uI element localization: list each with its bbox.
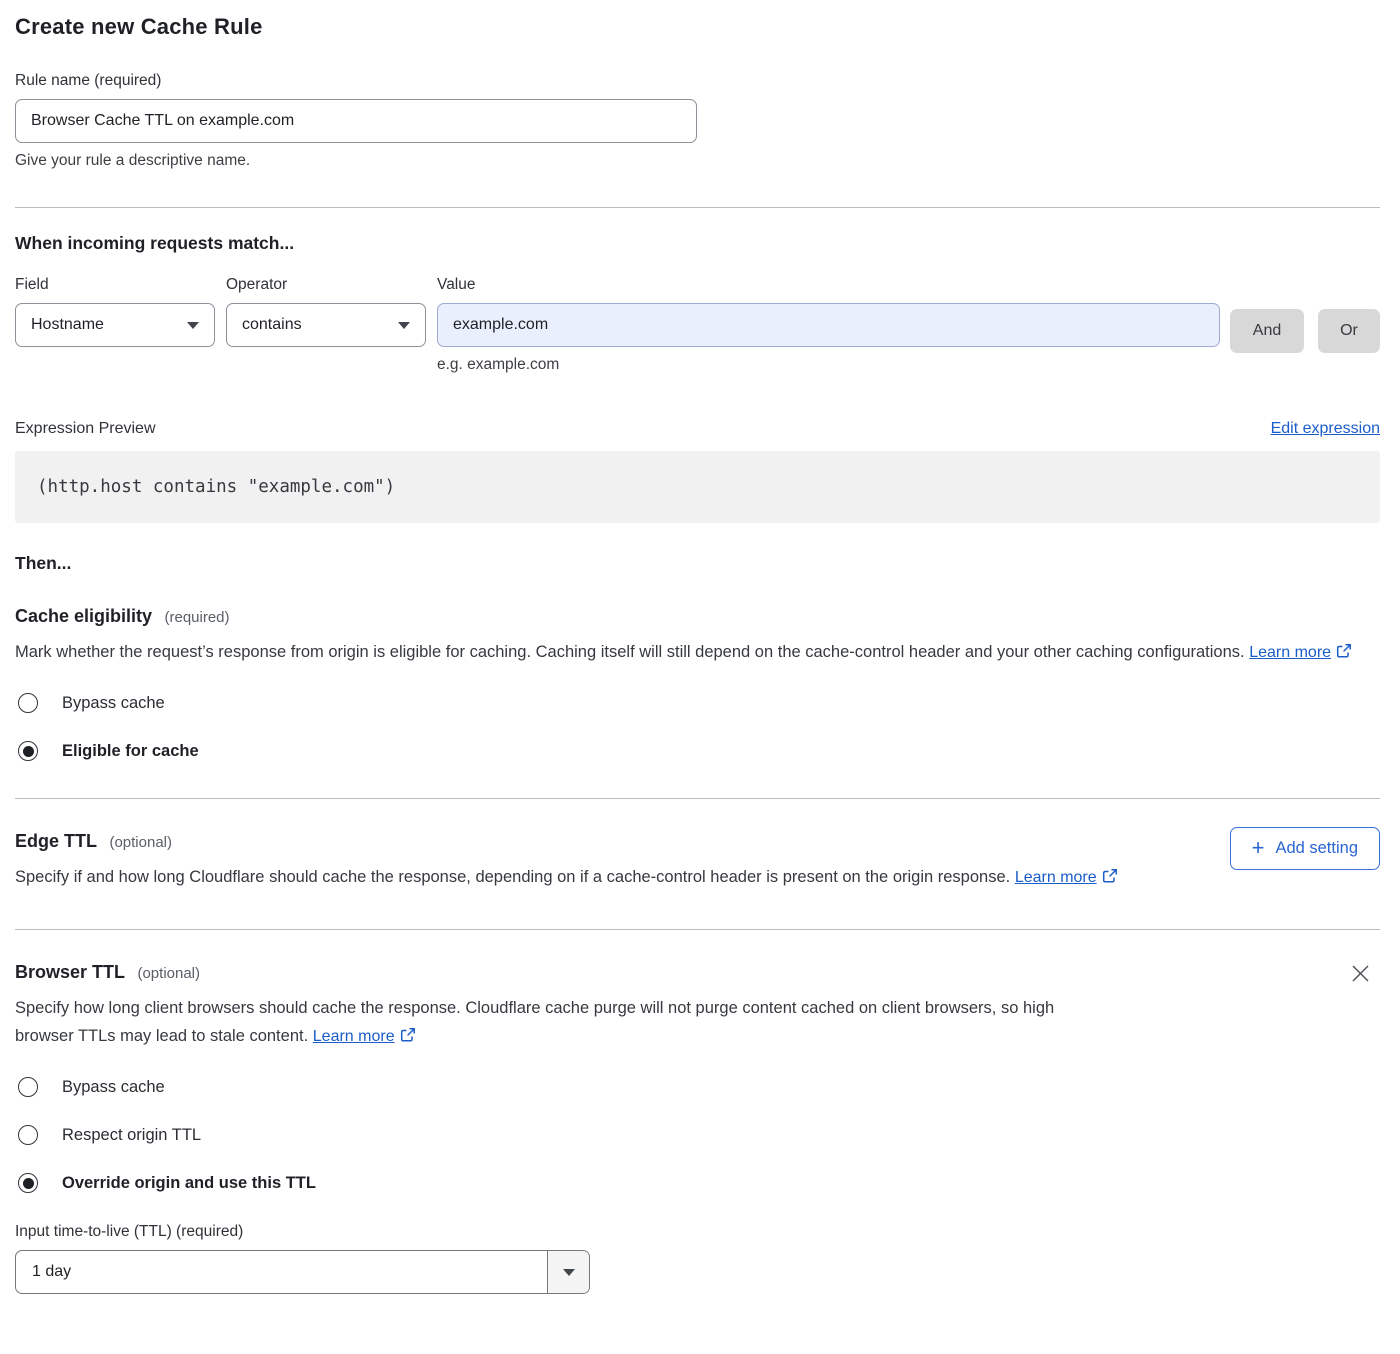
- edge-ttl-header: Edge TTL (optional) Specify if and how l…: [15, 799, 1380, 892]
- rule-name-label: Rule name (required): [15, 72, 1380, 90]
- then-heading: Then...: [15, 553, 1380, 574]
- edge-ttl-qualifier: (optional): [109, 834, 172, 851]
- value-help: e.g. example.com: [437, 356, 1220, 374]
- browser-ttl-description: Specify how long client browsers should …: [15, 994, 1115, 1051]
- field-select-value: Hostname: [31, 316, 104, 334]
- edge-ttl-title-row: Edge TTL (optional): [15, 831, 1118, 852]
- radio-option-bypass-cache[interactable]: Bypass cache: [15, 1077, 1380, 1097]
- browser-ttl-options: Bypass cache Respect origin TTL Override…: [15, 1077, 1380, 1193]
- operator-column: Operator contains: [226, 276, 426, 347]
- radio-icon[interactable]: [18, 693, 38, 713]
- browser-ttl-text-block: Browser TTL (optional) Specify how long …: [15, 930, 1115, 1051]
- cache-eligibility-options: Bypass cache Eligible for cache: [15, 693, 1380, 761]
- radio-label: Override origin and use this TTL: [62, 1174, 316, 1193]
- expression-preview-label: Expression Preview: [15, 420, 156, 438]
- ttl-select-value: 1 day: [16, 1251, 547, 1293]
- browser-ttl-section: Browser TTL (optional) Specify how long …: [15, 930, 1380, 1294]
- operator-select[interactable]: contains: [226, 303, 426, 347]
- cache-eligibility-section: Cache eligibility (required) Mark whethe…: [15, 606, 1380, 761]
- operator-label: Operator: [226, 276, 426, 294]
- radio-label: Eligible for cache: [62, 742, 199, 761]
- edge-ttl-section: Edge TTL (optional) Specify if and how l…: [15, 799, 1380, 892]
- browser-ttl-description-text: Specify how long client browsers should …: [15, 999, 1054, 1045]
- field-select[interactable]: Hostname: [15, 303, 215, 347]
- cache-eligibility-description: Mark whether the request’s response from…: [15, 638, 1365, 667]
- edge-ttl-description: Specify if and how long Cloudflare shoul…: [15, 863, 1118, 892]
- field-column: Field Hostname: [15, 276, 215, 347]
- match-condition-row: Field Hostname Operator contains Value e…: [15, 276, 1380, 374]
- radio-icon[interactable]: [18, 1125, 38, 1145]
- remove-setting-button[interactable]: [1347, 960, 1374, 990]
- radio-option-respect-origin-ttl[interactable]: Respect origin TTL: [15, 1125, 1380, 1145]
- plus-icon: +: [1252, 837, 1265, 859]
- browser-ttl-qualifier: (optional): [137, 965, 200, 982]
- cache-eligibility-description-text: Mark whether the request’s response from…: [15, 643, 1245, 661]
- section-divider: [15, 207, 1380, 208]
- or-button[interactable]: Or: [1318, 309, 1380, 353]
- expression-code-box: (http.host contains "example.com"): [15, 451, 1380, 523]
- radio-label: Respect origin TTL: [62, 1126, 201, 1145]
- match-heading: When incoming requests match...: [15, 233, 1380, 254]
- ttl-select-caret-button[interactable]: [547, 1251, 589, 1293]
- browser-ttl-header: Browser TTL (optional) Specify how long …: [15, 930, 1380, 1051]
- external-link-icon: [1102, 868, 1118, 884]
- browser-ttl-title-row: Browser TTL (optional): [15, 962, 1115, 983]
- field-label: Field: [15, 276, 215, 294]
- value-column: Value e.g. example.com: [437, 276, 1220, 374]
- radio-icon[interactable]: [18, 1077, 38, 1097]
- and-button[interactable]: And: [1230, 309, 1304, 353]
- close-icon: [1351, 964, 1370, 983]
- value-label: Value: [437, 276, 1220, 294]
- cache-eligibility-qualifier: (required): [165, 609, 230, 626]
- radio-option-override-origin-ttl[interactable]: Override origin and use this TTL: [15, 1173, 1380, 1193]
- rule-name-input[interactable]: [15, 99, 697, 143]
- operator-select-value: contains: [242, 316, 302, 334]
- browser-ttl-title: Browser TTL: [15, 962, 125, 982]
- rule-name-help: Give your rule a descriptive name.: [15, 152, 1380, 170]
- radio-option-eligible-for-cache[interactable]: Eligible for cache: [15, 741, 1380, 761]
- add-setting-button[interactable]: + Add setting: [1230, 827, 1380, 870]
- expression-code: (http.host contains "example.com"): [37, 477, 395, 497]
- edge-ttl-description-text: Specify if and how long Cloudflare shoul…: [15, 868, 1010, 886]
- chevron-down-icon: [187, 322, 199, 329]
- external-link-icon: [400, 1027, 416, 1043]
- cache-eligibility-title: Cache eligibility: [15, 606, 152, 626]
- radio-option-bypass-cache[interactable]: Bypass cache: [15, 693, 1380, 713]
- create-cache-rule-form: Create new Cache Rule Rule name (require…: [0, 0, 1400, 1312]
- cache-eligibility-title-row: Cache eligibility (required): [15, 606, 1380, 627]
- radio-checked-icon[interactable]: [18, 741, 38, 761]
- cache-eligibility-learn-more-link[interactable]: Learn more: [1249, 644, 1331, 661]
- value-input[interactable]: [437, 303, 1220, 347]
- radio-label: Bypass cache: [62, 694, 165, 713]
- expression-preview-row: Expression Preview Edit expression: [15, 420, 1380, 438]
- edge-ttl-learn-more-link[interactable]: Learn more: [1015, 869, 1097, 886]
- browser-ttl-learn-more-link[interactable]: Learn more: [313, 1028, 395, 1045]
- add-setting-label: Add setting: [1275, 839, 1358, 858]
- external-link-icon: [1336, 643, 1352, 659]
- rule-name-group: Rule name (required) Give your rule a de…: [15, 72, 1380, 170]
- edge-ttl-text-block: Edge TTL (optional) Specify if and how l…: [15, 799, 1118, 892]
- radio-label: Bypass cache: [62, 1078, 165, 1097]
- chevron-down-icon: [563, 1269, 575, 1276]
- chevron-down-icon: [398, 322, 410, 329]
- ttl-input-group: Input time-to-live (TTL) (required) 1 da…: [15, 1223, 1380, 1294]
- ttl-select[interactable]: 1 day: [15, 1250, 590, 1294]
- edit-expression-link[interactable]: Edit expression: [1271, 420, 1380, 438]
- edge-ttl-title: Edge TTL: [15, 831, 97, 851]
- radio-checked-icon[interactable]: [18, 1173, 38, 1193]
- ttl-label: Input time-to-live (TTL) (required): [15, 1223, 1380, 1241]
- page-title: Create new Cache Rule: [15, 14, 1380, 40]
